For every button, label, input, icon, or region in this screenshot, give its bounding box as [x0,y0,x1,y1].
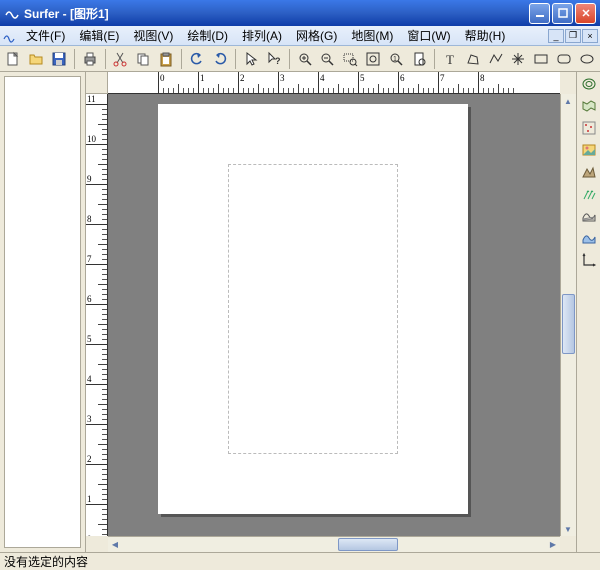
zoom-actual-button[interactable]: 1 [385,48,407,70]
print-button[interactable] [79,48,101,70]
status-text: 没有选定的内容 [4,553,88,570]
toolbar: ? 1 T [0,46,600,72]
help-pointer-button[interactable]: ? [263,48,285,70]
menu-map[interactable]: 地图(M) [345,25,399,46]
menu-view[interactable]: 视图(V) [127,25,179,46]
rounded-rect-tool-button[interactable] [553,48,575,70]
scrollbar-vertical[interactable]: ▲ ▼ [560,94,576,536]
titlebar: Surfer - [图形1] [0,0,600,26]
scroll-down-arrow-icon[interactable]: ▼ [561,522,575,536]
app-icon [4,5,20,21]
map-toolbar [576,72,600,552]
mdi-restore-button[interactable]: ❐ [565,29,581,43]
scroll-corner [560,536,576,552]
margin-guide [228,164,398,454]
polygon-tool-button[interactable] [462,48,484,70]
redo-button[interactable] [209,48,231,70]
zoom-fit-button[interactable] [362,48,384,70]
surface-button[interactable] [579,228,599,248]
menu-arrange[interactable]: 排列(A) [236,25,288,46]
base-map-button[interactable] [579,96,599,116]
ruler-corner [86,72,108,94]
window-title: Surfer - [图形1] [24,5,529,22]
menu-draw[interactable]: 绘制(D) [181,25,234,46]
svg-text:?: ? [275,56,281,66]
page[interactable] [158,104,468,514]
scroll-right-arrow-icon[interactable]: ▶ [546,537,560,551]
open-button[interactable] [25,48,47,70]
scrollbar-horizontal[interactable]: ◀ ▶ [108,536,560,552]
text-tool-button[interactable]: T [439,48,461,70]
object-manager-panel [0,72,86,552]
zoom-window-button[interactable] [339,48,361,70]
save-button[interactable] [48,48,70,70]
drawing-viewport[interactable] [108,94,560,536]
rectangle-tool-button[interactable] [530,48,552,70]
minimize-button[interactable] [529,3,550,24]
zoom-out-button[interactable] [317,48,339,70]
menu-grid[interactable]: 网格(G) [290,25,343,46]
image-map-button[interactable] [579,140,599,160]
vector-map-button[interactable] [579,184,599,204]
menu-file[interactable]: 文件(F) [20,25,71,46]
scroll-left-arrow-icon[interactable]: ◀ [108,537,122,551]
undo-button[interactable] [186,48,208,70]
paste-button[interactable] [155,48,177,70]
ruler-vertical: 11109876543210 [86,94,108,536]
menubar: 文件(F) 编辑(E) 视图(V) 绘制(D) 排列(A) 网格(G) 地图(M… [0,26,600,46]
close-button[interactable] [575,3,596,24]
statusbar: 没有选定的内容 [0,552,600,570]
document-icon [2,29,16,43]
svg-text:T: T [446,52,454,67]
zoom-in-button[interactable] [294,48,316,70]
copy-button[interactable] [132,48,154,70]
new-button[interactable] [2,48,24,70]
post-map-button[interactable] [579,118,599,138]
menu-help[interactable]: 帮助(H) [459,25,512,46]
maximize-button[interactable] [552,3,573,24]
wireframe-button[interactable] [579,206,599,226]
cut-button[interactable] [110,48,132,70]
ruler-horizontal: 012345678 [108,72,560,94]
pointer-button[interactable] [240,48,262,70]
axis-button[interactable] [579,250,599,270]
scroll-up-arrow-icon[interactable]: ▲ [561,94,575,108]
mdi-minimize-button[interactable]: _ [548,29,564,43]
menu-edit[interactable]: 编辑(E) [73,25,125,46]
scrollbar-v-thumb[interactable] [562,294,575,354]
menu-window[interactable]: 窗口(W) [401,25,456,46]
polyline-tool-button[interactable] [485,48,507,70]
workspace: 012345678 11109876543210 ▲ ▼ ◀ ▶ [0,72,600,552]
zoom-page-button[interactable] [408,48,430,70]
mdi-close-button[interactable]: × [582,29,598,43]
scrollbar-h-thumb[interactable] [338,538,398,551]
shaded-relief-button[interactable] [579,162,599,182]
object-tree[interactable] [4,76,81,548]
contour-map-button[interactable] [579,74,599,94]
symbol-tool-button[interactable] [508,48,530,70]
ellipse-tool-button[interactable] [576,48,598,70]
svg-text:1: 1 [393,56,397,63]
canvas-area: 012345678 11109876543210 ▲ ▼ ◀ ▶ [86,72,576,552]
